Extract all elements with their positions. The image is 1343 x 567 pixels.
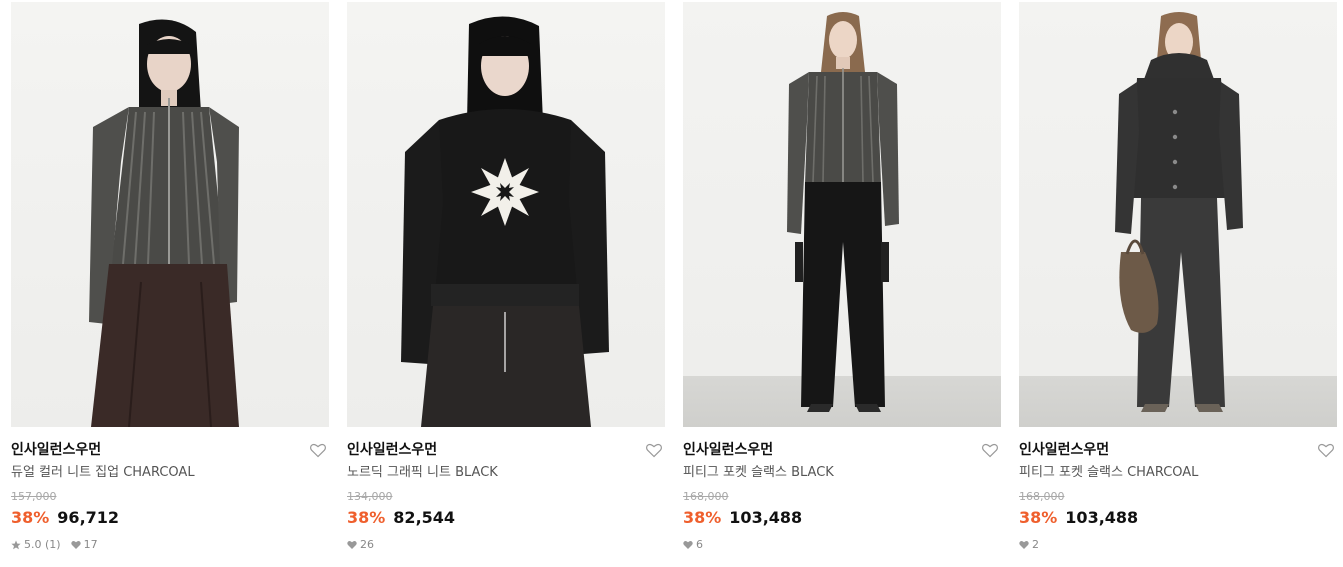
- like-count: 26: [360, 538, 374, 551]
- original-price: 168,000: [1019, 490, 1065, 503]
- heart-icon: [70, 541, 81, 549]
- wishlist-button[interactable]: [309, 441, 327, 459]
- heart-icon: [1019, 541, 1029, 549]
- product-image[interactable]: [347, 2, 665, 427]
- heart-icon: [683, 541, 693, 549]
- heart-outline-icon: [1318, 443, 1334, 458]
- product-grid: 인사일런스우먼 듀얼 컬러 니트 집업 CHARCOAL 157,000 38%…: [11, 2, 1337, 552]
- sale-price: 103,488: [729, 508, 803, 527]
- heart-outline-icon: [310, 443, 326, 458]
- wishlist-button[interactable]: [981, 441, 999, 459]
- product-meta: 6: [683, 538, 1001, 552]
- rating-text: 5.0 (1): [24, 538, 61, 551]
- product-card[interactable]: 인사일런스우먼 피티그 포켓 슬랙스 CHARCOAL 168,000 38% …: [1019, 2, 1337, 552]
- like-count: 17: [83, 538, 98, 551]
- wishlist-button[interactable]: [1317, 441, 1335, 459]
- like-count: 6: [696, 538, 703, 551]
- price-row: 38% 103,488: [683, 507, 1001, 529]
- original-price: 157,000: [11, 490, 57, 503]
- product-card[interactable]: 인사일런스우먼 듀얼 컬러 니트 집업 CHARCOAL 157,000 38%…: [11, 2, 329, 552]
- product-card[interactable]: 인사일런스우먼 피티그 포켓 슬랙스 BLACK 168,000 38% 103…: [683, 2, 1001, 552]
- heart-outline-icon: [646, 443, 662, 458]
- like-count: 2: [1032, 538, 1039, 551]
- product-meta: 26: [347, 538, 665, 552]
- price-row: 38% 82,544: [347, 507, 665, 529]
- product-image[interactable]: [1019, 2, 1337, 427]
- wishlist-button[interactable]: [645, 441, 663, 459]
- original-price: 134,000: [347, 490, 393, 503]
- product-name[interactable]: 듀얼 컬러 니트 집업 CHARCOAL: [11, 464, 329, 482]
- discount-rate: 38%: [11, 508, 50, 527]
- product-brand[interactable]: 인사일런스우먼: [347, 440, 665, 460]
- original-price: 168,000: [683, 490, 729, 503]
- sale-price: 82,544: [393, 508, 456, 527]
- discount-rate: 38%: [683, 508, 722, 527]
- product-brand[interactable]: 인사일런스우먼: [1019, 440, 1337, 460]
- price-row: 38% 96,712: [11, 507, 329, 529]
- heart-icon: [347, 541, 357, 549]
- product-meta: 2: [1019, 538, 1337, 552]
- sale-price: 103,488: [1065, 508, 1139, 527]
- product-name[interactable]: 노르딕 그래픽 니트 BLACK: [347, 464, 665, 482]
- product-name[interactable]: 피티그 포켓 슬랙스 BLACK: [683, 464, 1001, 482]
- product-brand[interactable]: 인사일런스우먼: [683, 440, 1001, 460]
- product-meta: 5.0 (1) 17: [11, 538, 329, 552]
- star-icon: [11, 540, 21, 550]
- heart-outline-icon: [982, 443, 998, 458]
- discount-rate: 38%: [347, 508, 386, 527]
- product-name[interactable]: 피티그 포켓 슬랙스 CHARCOAL: [1019, 464, 1337, 482]
- product-image[interactable]: [11, 2, 329, 427]
- product-image[interactable]: [683, 2, 1001, 427]
- product-brand[interactable]: 인사일런스우먼: [11, 440, 329, 460]
- sale-price: 96,712: [57, 508, 120, 527]
- discount-rate: 38%: [1019, 508, 1058, 527]
- price-row: 38% 103,488: [1019, 507, 1337, 529]
- product-card[interactable]: 인사일런스우먼 노르딕 그래픽 니트 BLACK 134,000 38% 82,…: [347, 2, 665, 552]
